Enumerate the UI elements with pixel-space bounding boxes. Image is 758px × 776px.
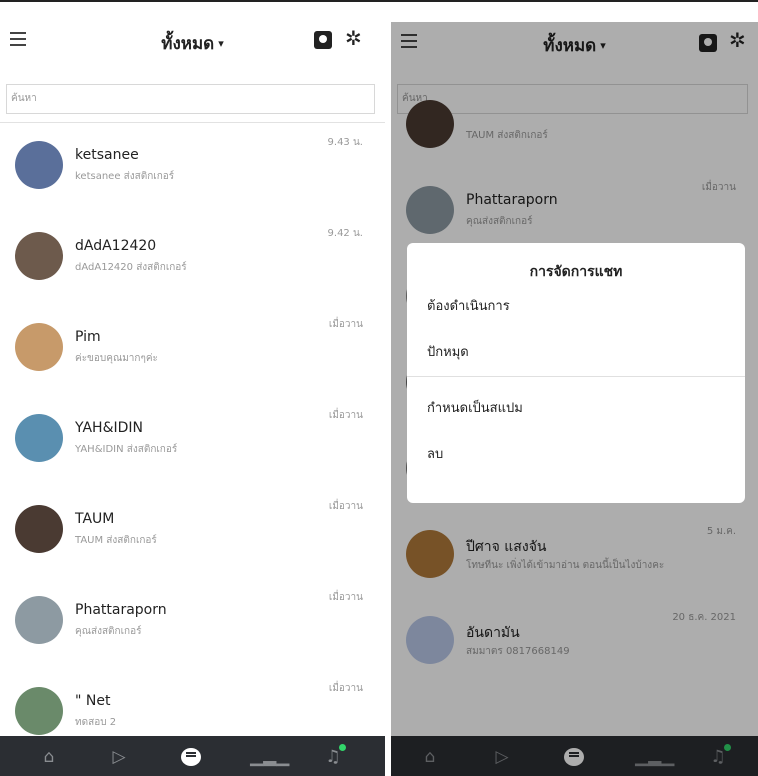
- chat-row[interactable]: Pim ค่ะขอบคุณมากๆค่ะ เมื่อวาน: [0, 305, 385, 396]
- contacts-icon[interactable]: [314, 31, 332, 49]
- chat-list-screen-modal: ทั้งหมด ▾ ✲ ค้นหา TAUM ส่งสติกเกอร์ Phatta…: [391, 22, 758, 776]
- avatar: [15, 232, 63, 280]
- chat-list: ketsanee ketsanee ส่งสติกเกอร์ 9.43 น. dAdA…: [0, 123, 385, 760]
- avatar: [15, 414, 63, 462]
- chat-row[interactable]: YAH&IDIN YAH&IDIN ส่งสติกเกอร์ เมื่อวาน: [0, 396, 385, 487]
- bell-icon[interactable]: ♫: [322, 744, 346, 768]
- avatar: [15, 687, 63, 735]
- gear-icon[interactable]: ✲: [345, 26, 362, 50]
- filter-label: ทั้งหมด: [161, 34, 215, 54]
- chat-row[interactable]: ketsanee ketsanee ส่งสติกเกอร์ 9.43 น.: [0, 123, 385, 214]
- notification-badge: [339, 744, 346, 751]
- chat-list-screen: ทั้งหมด ▾ ✲ ค้นหา ketsanee ketsanee ส่งสติ…: [0, 2, 385, 776]
- menu-item-pin[interactable]: ปักหมุด: [427, 341, 469, 362]
- chat-icon[interactable]: [180, 746, 202, 768]
- chat-name: TAUM: [75, 511, 115, 527]
- chat-time: 9.43 น.: [327, 137, 363, 148]
- divider: [407, 376, 745, 377]
- chat-time: เมื่อวาน: [328, 501, 363, 512]
- menu-item-delete[interactable]: ลบ: [427, 443, 443, 464]
- chat-name: YAH&IDIN: [75, 420, 143, 436]
- tab-bar: ⌂ ▷ ▁▂▁ ♫: [0, 736, 385, 776]
- chat-preview: dAdA12420 ส่งสติกเกอร์: [75, 262, 187, 273]
- chat-name: Pim: [75, 329, 101, 345]
- chat-preview: ทดสอบ 2: [75, 717, 117, 728]
- chat-preview: YAH&IDIN ส่งสติกเกอร์: [75, 444, 178, 455]
- menu-item-action-required[interactable]: ต้องดำเนินการ: [427, 295, 510, 316]
- chat-row[interactable]: Phattaraporn คุณส่งสติกเกอร์ เมื่อวาน: [0, 578, 385, 669]
- chat-preview: ketsanee ส่งสติกเกอร์: [75, 171, 175, 182]
- chat-name: Phattaraporn: [75, 602, 167, 618]
- dialog-title: การจัดการแชท: [529, 264, 623, 280]
- chart-icon[interactable]: ▁▂▁: [250, 746, 289, 768]
- chat-row[interactable]: TAUM TAUM ส่งสติกเกอร์ เมื่อวาน: [0, 487, 385, 578]
- menu-item-mark-spam[interactable]: กำหนดเป็นสแปม: [427, 397, 523, 418]
- chat-preview: TAUM ส่งสติกเกอร์: [75, 535, 157, 546]
- chat-name: dAdA12420: [75, 238, 157, 254]
- avatar: [15, 596, 63, 644]
- search-input[interactable]: ค้นหา: [6, 84, 375, 114]
- header: ทั้งหมด ▾ ✲: [0, 2, 385, 74]
- chevron-down-icon: ▾: [218, 37, 224, 50]
- chat-time: เมื่อวาน: [328, 592, 363, 603]
- chat-time: 9.42 น.: [327, 228, 363, 239]
- avatar: [15, 323, 63, 371]
- chat-preview: คุณส่งสติกเกอร์: [75, 626, 142, 637]
- chat-time: เมื่อวาน: [328, 319, 363, 330]
- chat-management-dialog: การจัดการแชท ต้องดำเนินการ ปักหมุด กำหนด…: [407, 243, 745, 503]
- chat-time: เมื่อวาน: [328, 410, 363, 421]
- chat-name: " Net: [75, 693, 111, 709]
- chat-row[interactable]: dAdA12420 dAdA12420 ส่งสติกเกอร์ 9.42 น.: [0, 214, 385, 305]
- home-icon[interactable]: ⌂: [38, 746, 60, 768]
- chat-time: เมื่อวาน: [328, 683, 363, 694]
- chat-preview: ค่ะขอบคุณมากๆค่ะ: [75, 353, 158, 364]
- chat-name: ketsanee: [75, 147, 139, 163]
- play-icon[interactable]: ▷: [108, 746, 130, 768]
- avatar: [15, 505, 63, 553]
- avatar: [15, 141, 63, 189]
